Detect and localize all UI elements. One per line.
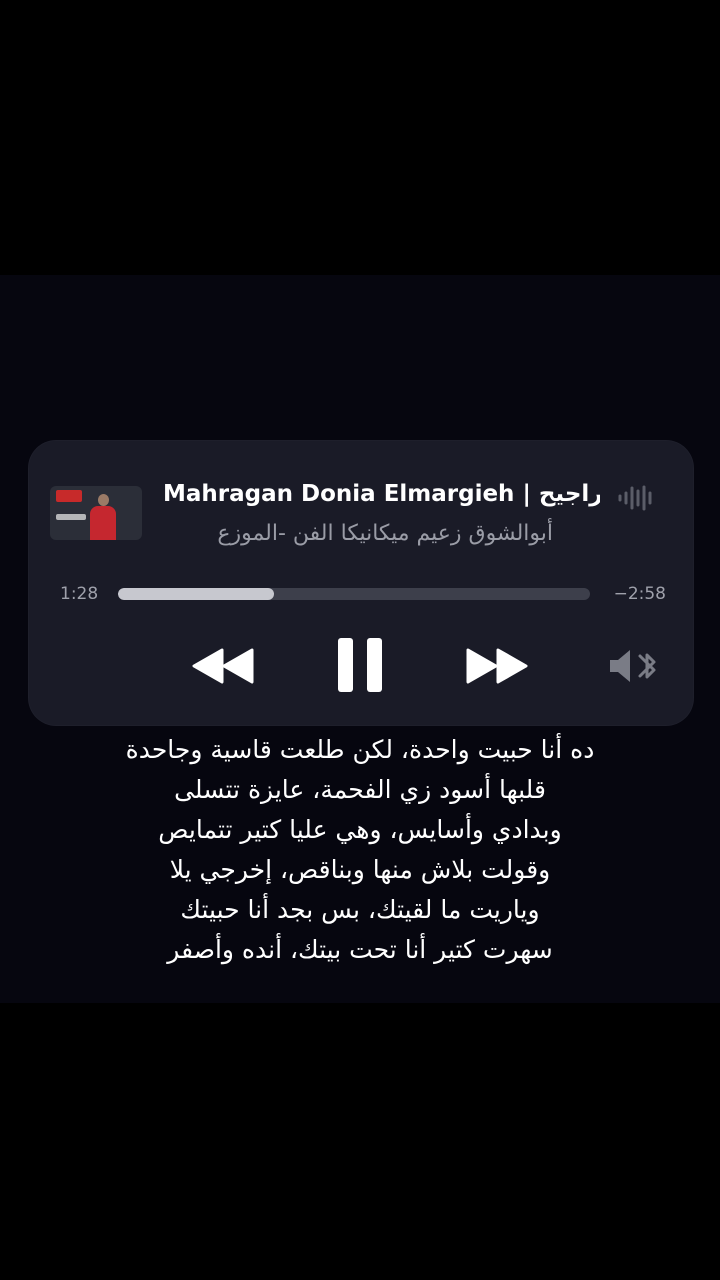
lyric-line: ده أنا حبيت واحدة، لكن طلعت قاسية وجاحدة bbox=[125, 735, 595, 764]
elapsed-time: 1:28 bbox=[60, 584, 99, 604]
lyrics-text: ده أنا حبيت واحدة، لكن طلعت قاسية وجاحدة… bbox=[80, 730, 640, 970]
song-title: Mahragan Donia Elmargieh | مراجيح bbox=[163, 481, 600, 507]
now-playing-widget: Mahragan Donia Elmargieh | مراجيح أبوالش… bbox=[28, 440, 694, 726]
rewind-icon bbox=[192, 648, 254, 684]
pause-icon bbox=[338, 638, 382, 692]
remaining-time: −2:58 bbox=[613, 584, 666, 604]
fast-forward-button[interactable] bbox=[462, 642, 532, 690]
lyric-line: وقولت بلاش منها وبناقص، إخرجي يلا bbox=[169, 855, 551, 884]
pause-button[interactable] bbox=[334, 634, 386, 696]
artwork-badge bbox=[56, 490, 82, 502]
lyric-line: وياريت ما لقيتك، بس بجد أنا حبيتك bbox=[180, 895, 540, 924]
lyric-line: وبدادي وأسايس، وهي عليا كتير تتمايص bbox=[158, 815, 562, 844]
fast-forward-icon bbox=[466, 648, 528, 684]
waveform-icon bbox=[618, 485, 652, 511]
artwork-caption bbox=[56, 514, 86, 520]
lyric-line: قلبها أسود زي الفحمة، عايزة تتسلى bbox=[174, 775, 546, 804]
audio-output-button[interactable] bbox=[606, 644, 662, 688]
progress-bar-fill bbox=[118, 588, 274, 600]
lyric-line: سهرت كتير أنا تحت بيتك، أنده وأصفر bbox=[167, 935, 553, 964]
speaker-bluetooth-icon bbox=[610, 650, 656, 682]
artwork-figure bbox=[90, 494, 116, 540]
rewind-button[interactable] bbox=[188, 642, 258, 690]
progress-bar[interactable] bbox=[118, 588, 590, 600]
album-artwork[interactable] bbox=[50, 486, 142, 540]
song-artist: أبوالشوق زعيم ميكانيكا الفن -الموزع bbox=[217, 521, 553, 546]
